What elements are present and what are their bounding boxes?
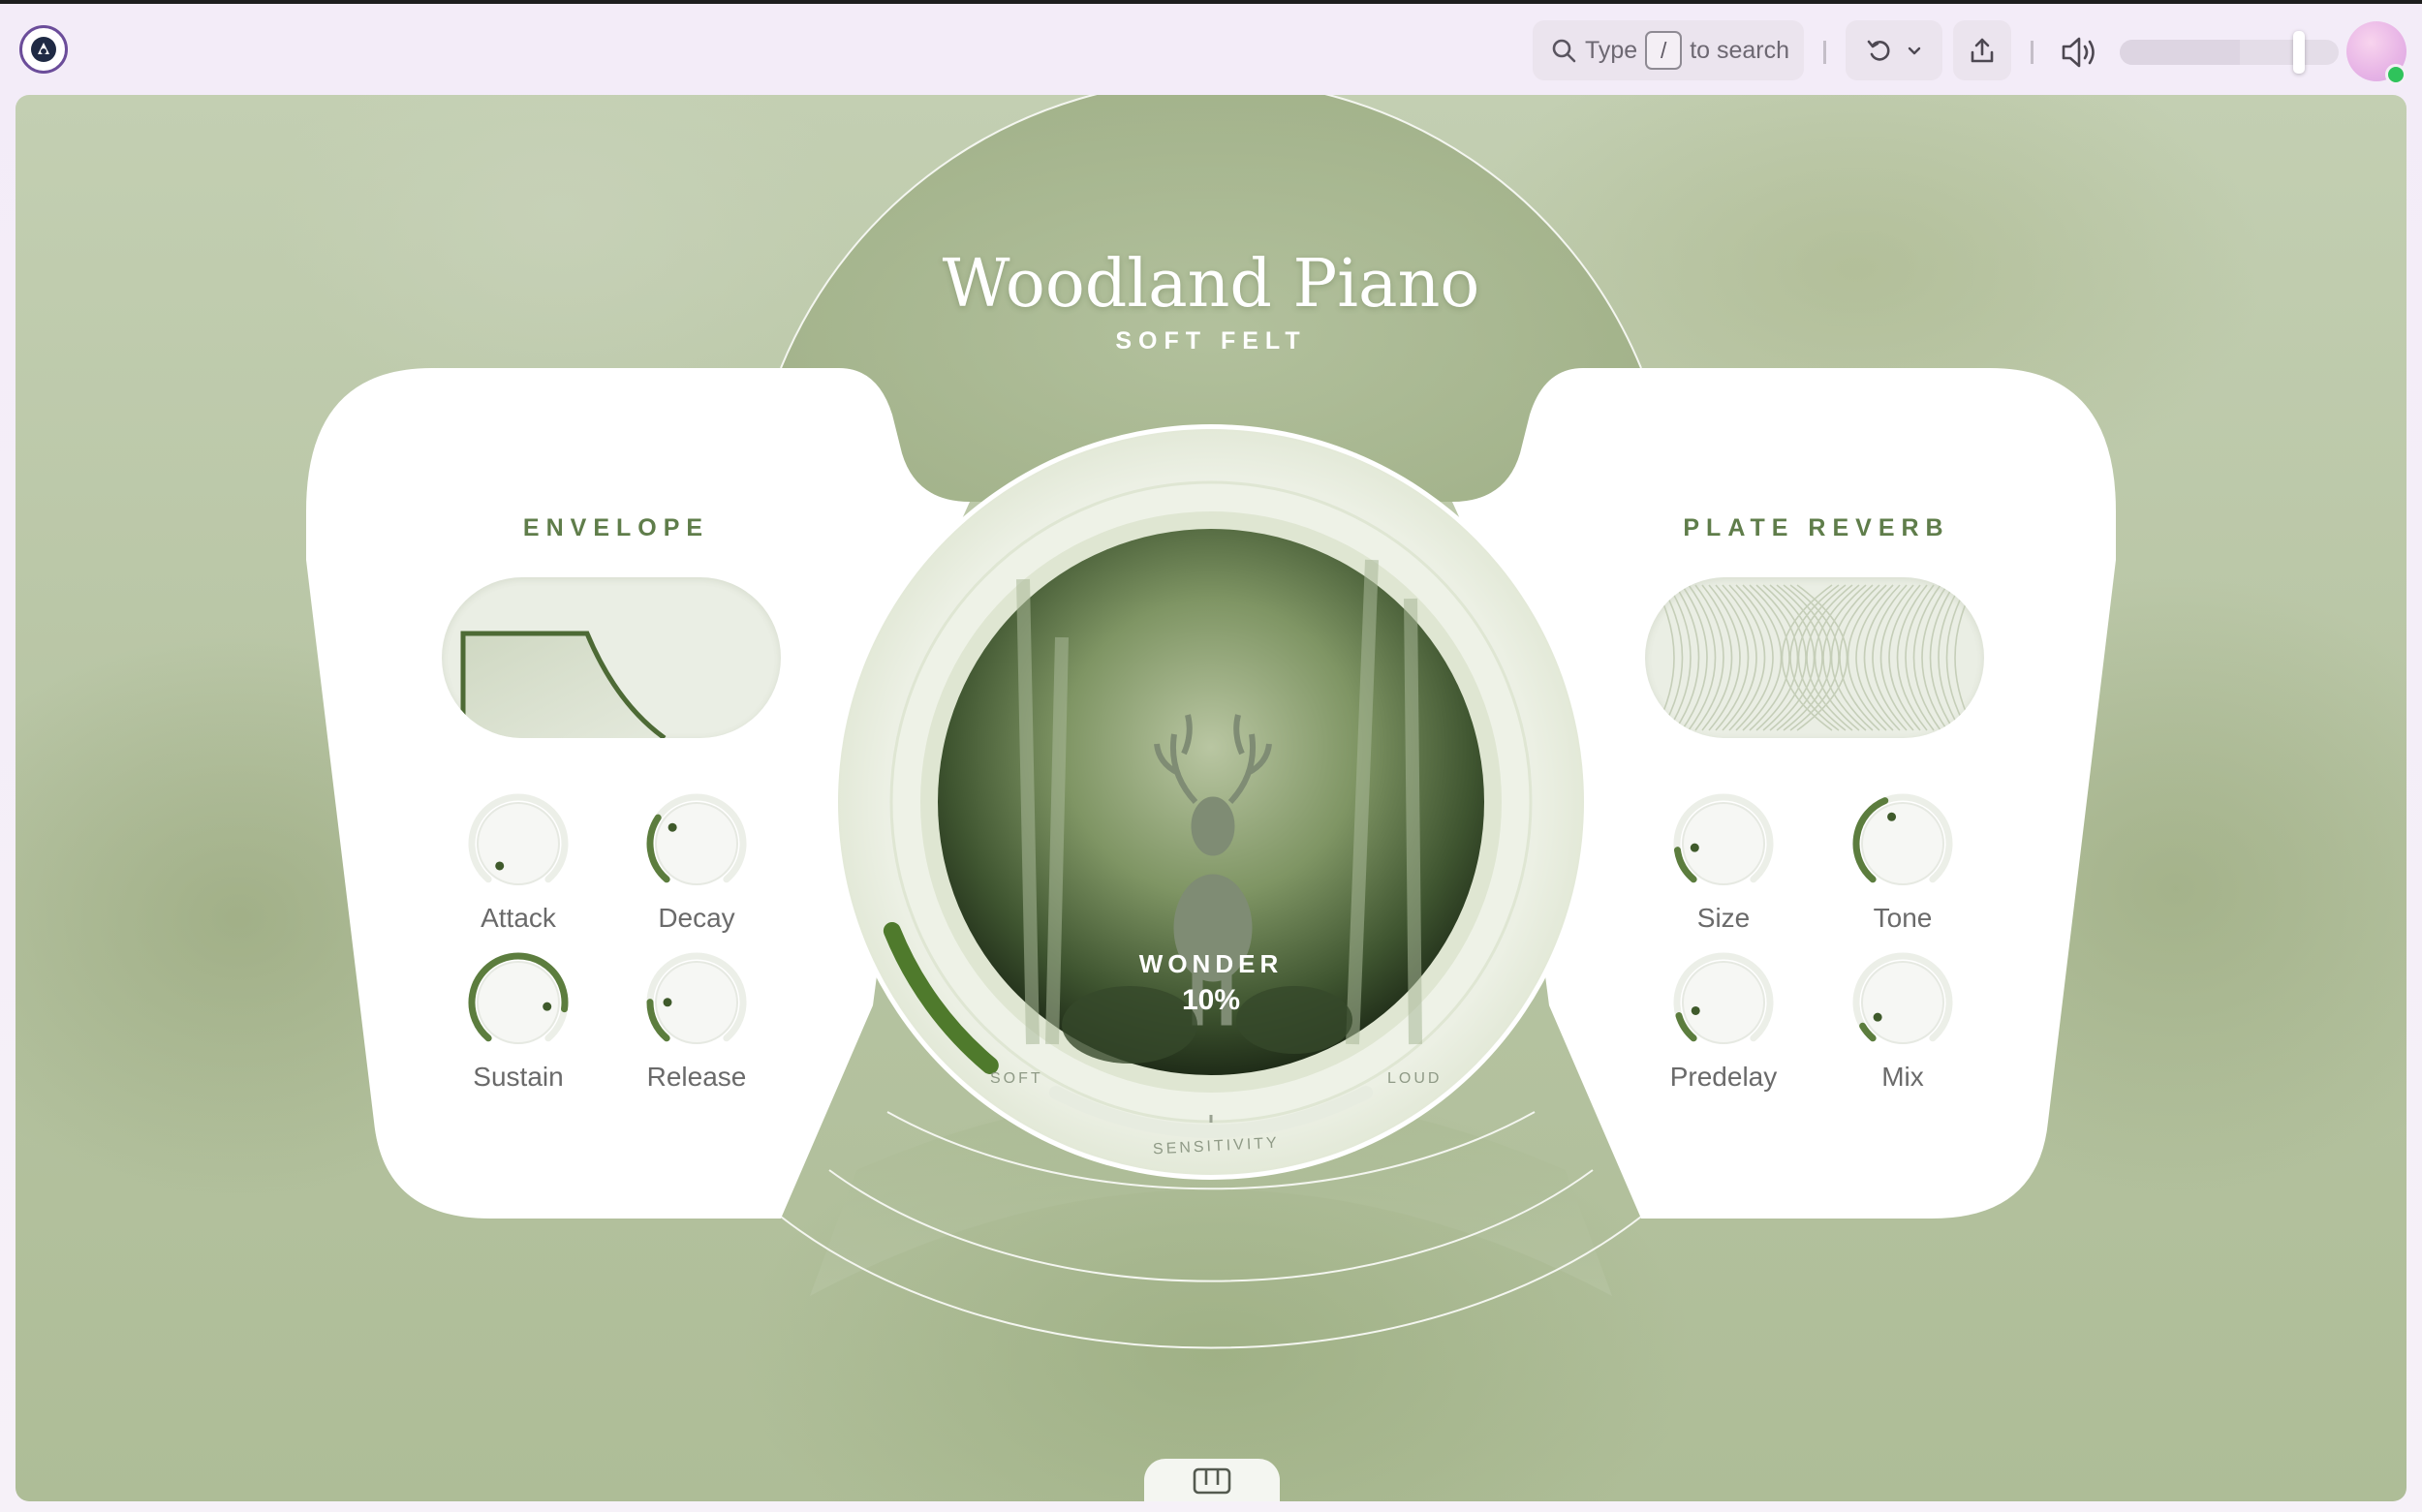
knob-pointer: [663, 998, 672, 1007]
undo-button[interactable]: [1846, 20, 1942, 80]
reverb-title: PLATE REVERB: [1683, 514, 1950, 541]
knob-pointer: [1691, 1005, 1700, 1015]
size-label: Size: [1696, 903, 1751, 933]
tone-label: Tone: [1873, 903, 1933, 933]
mix-label: Mix: [1881, 1062, 1924, 1092]
decay-knob[interactable]: Decay: [629, 790, 764, 934]
toolbar-divider: [1823, 41, 1826, 64]
decay-label: Decay: [658, 903, 735, 933]
share-button[interactable]: [1953, 20, 2011, 80]
envelope-display: [442, 577, 781, 738]
volume-icon[interactable]: [2060, 33, 2100, 72]
instrument-stage: Woodland Piano SOFT FELT WONDER 10% SOFT…: [16, 95, 2406, 1501]
attack-label: Attack: [481, 903, 556, 933]
reverb-display: [1645, 577, 1984, 738]
undo-icon: [1867, 40, 1890, 61]
keyboard-toggle-button[interactable]: [1144, 1459, 1280, 1501]
volume-slider[interactable]: [2120, 40, 2339, 65]
knob-pointer: [668, 822, 677, 832]
predelay-knob[interactable]: Predelay: [1656, 949, 1791, 1093]
knob-pointer: [1887, 812, 1897, 821]
keyboard-icon: [1193, 1467, 1231, 1495]
knob-pointer: [495, 861, 505, 871]
mix-knob[interactable]: Mix: [1835, 949, 1971, 1093]
search-icon: [1552, 39, 1576, 63]
tone-knob[interactable]: Tone: [1835, 790, 1971, 934]
volume-slider-fill: [2120, 40, 2241, 65]
knob-pointer: [1873, 1012, 1882, 1022]
search-shortcut-key: /: [1645, 31, 1683, 70]
envelope-title: ENVELOPE: [522, 514, 710, 541]
release-knob[interactable]: Release: [629, 949, 764, 1093]
predelay-label: Predelay: [1669, 1062, 1778, 1092]
online-status-dot: [2385, 64, 2406, 85]
attack-knob[interactable]: Attack: [450, 790, 586, 934]
toolbar-divider: [2031, 41, 2034, 64]
search-prefix-text: Type: [1585, 36, 1638, 64]
release-label: Release: [646, 1062, 747, 1092]
volume-slider-thumb[interactable]: [2293, 31, 2305, 74]
sustain-knob[interactable]: Sustain: [450, 949, 586, 1093]
sensitivity-slider[interactable]: [16, 95, 2406, 1501]
chevron-down-icon[interactable]: [1906, 42, 1923, 59]
knob-pointer: [543, 1002, 552, 1011]
size-knob[interactable]: Size: [1656, 790, 1791, 934]
knob-pointer: [1690, 843, 1699, 852]
share-icon: [1971, 38, 1994, 63]
search-suffix-text: to search: [1690, 36, 1790, 64]
top-toolbar: Type / to search: [0, 4, 2422, 93]
app-logo-icon[interactable]: [19, 25, 68, 74]
sustain-label: Sustain: [473, 1062, 564, 1092]
search-bar[interactable]: Type / to search: [1533, 20, 1804, 80]
